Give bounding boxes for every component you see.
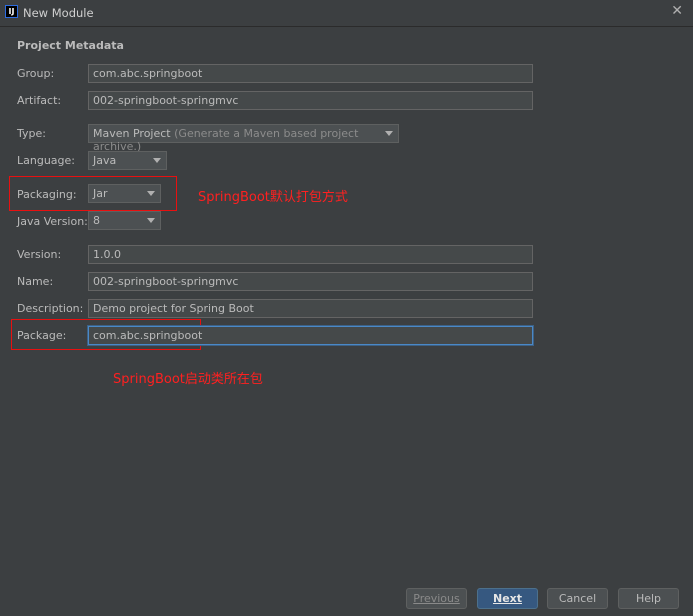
group-input[interactable]: com.abc.springboot bbox=[88, 64, 533, 83]
window-title: New Module bbox=[23, 6, 94, 20]
name-label: Name: bbox=[17, 275, 54, 288]
chevron-down-icon bbox=[385, 131, 393, 136]
description-label: Description: bbox=[17, 302, 84, 315]
description-input[interactable]: Demo project for Spring Boot bbox=[88, 299, 533, 318]
help-label: Help bbox=[635, 592, 662, 605]
packaging-annotation: SpringBoot默认打包方式 bbox=[198, 190, 348, 205]
java-version-label: Java Version: bbox=[17, 215, 88, 228]
next-label: Next bbox=[492, 592, 523, 605]
group-label: Group: bbox=[17, 67, 55, 80]
help-button[interactable]: Help bbox=[618, 588, 679, 609]
previous-button[interactable]: Previous bbox=[406, 588, 467, 609]
close-icon[interactable]: ✕ bbox=[671, 3, 683, 19]
type-label: Type: bbox=[17, 127, 46, 140]
artifact-input[interactable]: 002-springboot-springmvc bbox=[88, 91, 533, 110]
packaging-dropdown[interactable]: Jar bbox=[88, 184, 161, 203]
chevron-down-icon bbox=[147, 191, 155, 196]
next-button[interactable]: Next bbox=[477, 588, 538, 609]
language-value: Java bbox=[93, 154, 117, 167]
cancel-label: Cancel bbox=[558, 592, 597, 605]
package-label: Package: bbox=[17, 329, 67, 342]
chevron-down-icon bbox=[153, 158, 161, 163]
type-value: Maven Project bbox=[93, 127, 171, 140]
packaging-value: Jar bbox=[93, 187, 108, 200]
name-input[interactable]: 002-springboot-springmvc bbox=[88, 272, 533, 291]
intellij-icon: IJ bbox=[5, 5, 18, 18]
previous-label: Previous bbox=[413, 592, 460, 605]
version-input[interactable]: 1.0.0 bbox=[88, 245, 533, 264]
chevron-down-icon bbox=[147, 218, 155, 223]
java-version-value: 8 bbox=[93, 214, 100, 227]
artifact-label: Artifact: bbox=[17, 94, 62, 107]
package-input[interactable]: com.abc.springboot bbox=[88, 326, 533, 345]
java-version-dropdown[interactable]: 8 bbox=[88, 211, 161, 230]
package-annotation: SpringBoot启动类所在包 bbox=[113, 372, 263, 387]
language-dropdown[interactable]: Java bbox=[88, 151, 167, 170]
type-dropdown[interactable]: Maven Project (Generate a Maven based pr… bbox=[88, 124, 399, 153]
language-label: Language: bbox=[17, 154, 75, 167]
cancel-button[interactable]: Cancel bbox=[547, 588, 608, 609]
version-label: Version: bbox=[17, 248, 62, 261]
section-title: Project Metadata bbox=[17, 39, 124, 52]
packaging-label: Packaging: bbox=[17, 188, 77, 201]
title-bar: IJ New Module ✕ bbox=[0, 0, 693, 27]
